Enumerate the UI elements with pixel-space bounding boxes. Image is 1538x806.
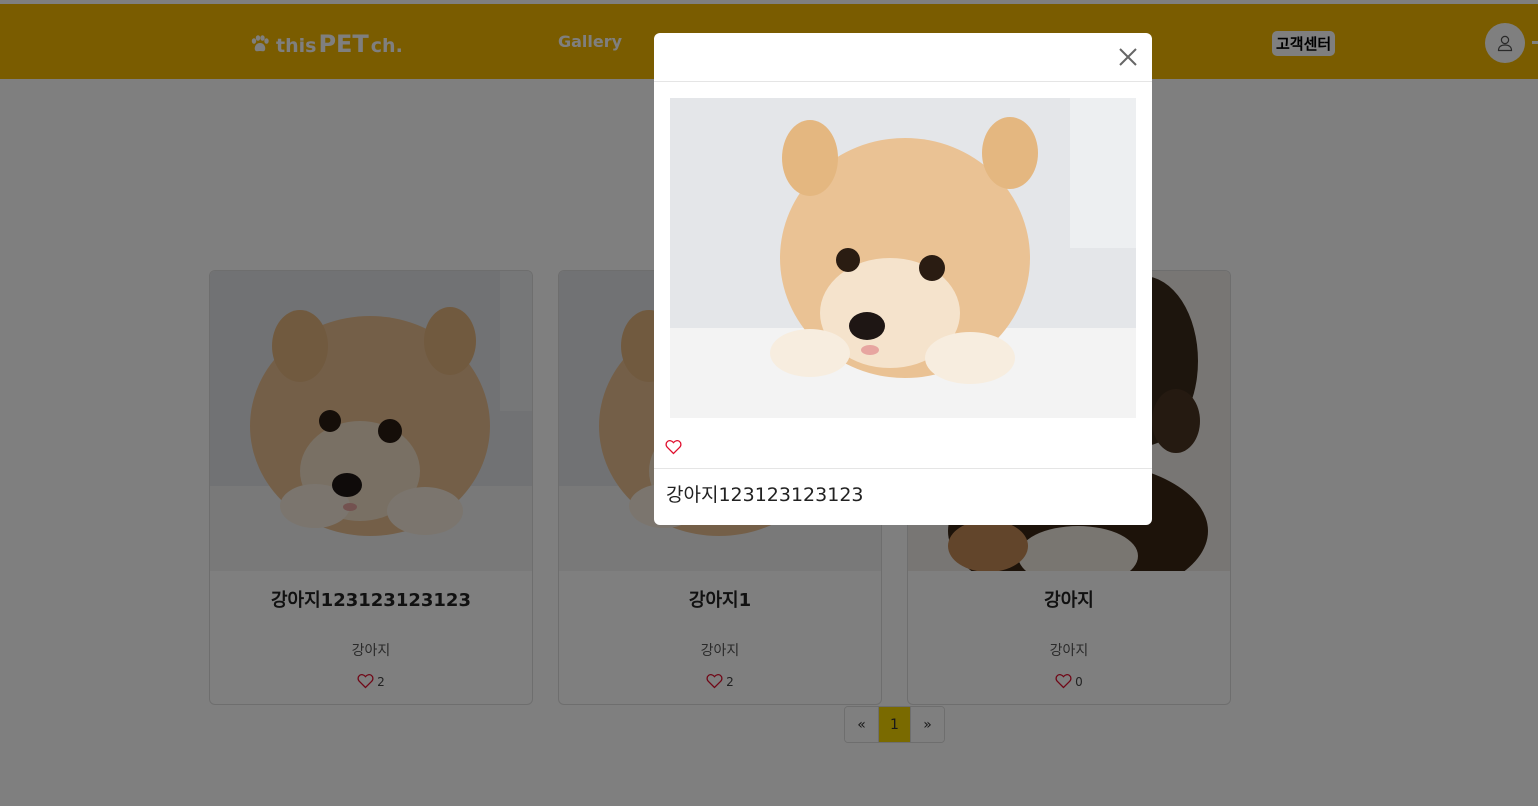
modal-footer: 강아지123123123123 (654, 468, 1152, 525)
modal-caption: 강아지123123123123 (666, 484, 864, 506)
page: this PET ch. Gallery 고객센터 (0, 0, 1538, 806)
modal-header (654, 33, 1152, 82)
heart-icon[interactable] (665, 439, 682, 455)
image-modal: 강아지123123123123 (654, 33, 1152, 525)
close-icon[interactable] (1116, 45, 1140, 69)
modal-image (670, 98, 1136, 418)
